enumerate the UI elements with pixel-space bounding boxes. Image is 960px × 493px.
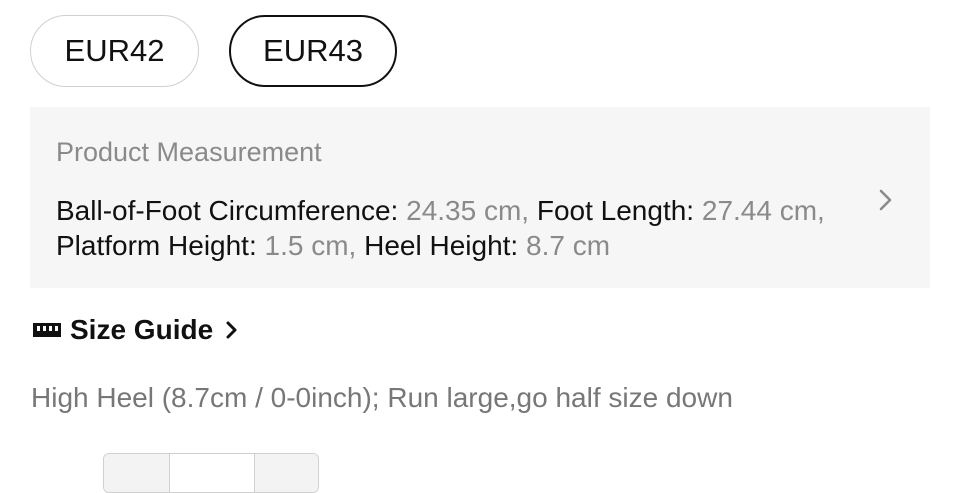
chevron-right-icon bbox=[226, 321, 237, 339]
increase-button[interactable] bbox=[254, 454, 318, 492]
measurement-value: 24.35 cm, bbox=[406, 195, 530, 226]
measurement-details: Ball-of-Foot Circumference: 24.35 cm, Fo… bbox=[56, 193, 866, 263]
size-guide-label: Size Guide bbox=[70, 314, 214, 345]
size-option-eur43[interactable]: EUR43 bbox=[229, 15, 397, 87]
product-measurement-title: Product Measurement bbox=[56, 137, 322, 167]
measurement-key: Heel Height: bbox=[364, 230, 519, 261]
measurement-value: 27.44 cm, bbox=[701, 195, 825, 226]
size-option-eur42[interactable]: EUR42 bbox=[30, 15, 199, 87]
measurement-key: Ball-of-Foot Circumference: bbox=[56, 195, 399, 226]
size-options: EUR42 EUR43 bbox=[30, 15, 397, 87]
measurement-value: 1.5 cm, bbox=[264, 230, 357, 261]
ruler-icon bbox=[33, 323, 61, 337]
product-measurement-panel[interactable]: Product Measurement Ball-of-Foot Circumf… bbox=[30, 107, 930, 288]
measurement-key: Foot Length: bbox=[536, 195, 695, 226]
size-guide-link[interactable]: Size Guide bbox=[32, 314, 239, 346]
decrease-button[interactable] bbox=[104, 454, 170, 492]
measurement-value: 8.7 cm bbox=[526, 230, 611, 261]
chevron-right-icon bbox=[879, 189, 892, 211]
measurement-key: Platform Height: bbox=[56, 230, 257, 261]
quantity-field[interactable] bbox=[170, 454, 254, 492]
fit-note: High Heel (8.7cm / 0-0inch); Run large,g… bbox=[31, 382, 733, 413]
quantity-stepper[interactable] bbox=[103, 453, 319, 493]
